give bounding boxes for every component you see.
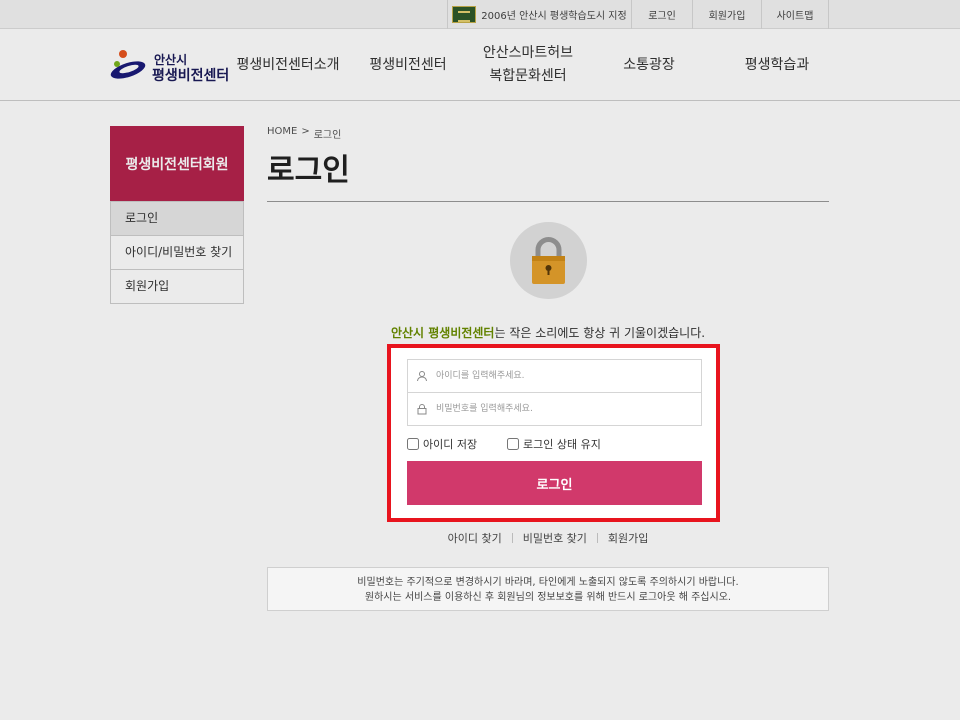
sidebar-title: 평생비전센터회원 — [110, 126, 244, 201]
save-id-checkbox[interactable] — [407, 438, 419, 450]
password-field[interactable] — [407, 392, 702, 426]
nav-vision-center[interactable]: 평생비전센터 — [356, 29, 460, 101]
breadcrumb-separator: > — [301, 126, 310, 137]
lifelong-learning-city-link[interactable]: 2006년 안산시 평생학습도시 지정 — [447, 0, 631, 29]
nav-community[interactable]: 소통광장 — [598, 29, 700, 101]
keep-login-checkbox[interactable] — [507, 438, 519, 450]
login-submit-button[interactable]: 로그인 — [407, 461, 702, 505]
nav-smart-hub-culture-center[interactable]: 안산스마트허브 복합문화센터 — [470, 29, 586, 101]
id-input[interactable] — [436, 361, 686, 391]
breadcrumb: HOME > 로그인 — [267, 126, 341, 141]
logo-name-text: 평생비전센터 — [152, 68, 230, 84]
site-logo[interactable]: 안산시 평생비전센터 — [108, 48, 230, 84]
designation-text: 2006년 안산시 평생학습도시 지정 — [481, 11, 627, 22]
tagline-rest: 는 작은 소리에도 항상 귀 기울이겠습니다. — [494, 326, 706, 340]
password-input[interactable] — [436, 394, 686, 424]
flag-badge-icon — [452, 6, 477, 23]
top-sitemap-link[interactable]: 사이트맵 — [761, 0, 829, 29]
tagline: 안산시 평생비전센터는 작은 소리에도 항상 귀 기울이겠습니다. — [267, 324, 829, 341]
nav-smart-hub-line2: 복합문화센터 — [489, 68, 567, 84]
save-id-label: 아이디 저장 — [423, 438, 478, 451]
sidebar-item-login[interactable]: 로그인 — [111, 201, 243, 235]
account-links: 아이디 찾기 비밀번호 찾기 회원가입 — [267, 530, 829, 546]
find-id-link[interactable]: 아이디 찾기 — [448, 530, 502, 546]
tagline-highlight: 안산시 평생비전센터 — [390, 326, 495, 340]
find-password-link[interactable]: 비밀번호 찾기 — [523, 530, 587, 546]
utility-bar: 2006년 안산시 평생학습도시 지정 로그인 회원가입 사이트맵 — [0, 0, 960, 29]
join-link[interactable]: 회원가입 — [608, 530, 648, 546]
login-form-highlight: 아이디 저장 로그인 상태 유지 로그인 — [387, 344, 720, 522]
top-join-link[interactable]: 회원가입 — [692, 0, 761, 29]
nav-center-intro[interactable]: 평생비전센터소개 — [232, 29, 344, 101]
sidebar-menu: 로그인 아이디/비밀번호 찾기 회원가입 — [110, 201, 244, 304]
page-title: 로그인 — [267, 154, 350, 187]
nav-smart-hub-line1: 안산스마트허브 — [482, 45, 574, 61]
breadcrumb-home[interactable]: HOME — [267, 126, 297, 141]
save-id-option[interactable]: 아이디 저장 — [407, 436, 477, 452]
notice-line-1: 비밀번호는 주기적으로 변경하시기 바라며, 타인에게 노출되지 않도록 주의하… — [357, 577, 739, 588]
user-icon — [408, 360, 436, 392]
link-divider — [511, 533, 513, 543]
title-divider — [267, 201, 829, 202]
site-header: 안산시 평생비전센터 평생비전센터소개 평생비전센터 안산스마트허브 복합문화센… — [0, 29, 960, 101]
id-field[interactable] — [407, 359, 702, 393]
security-notice: 비밀번호는 주기적으로 변경하시기 바라며, 타인에게 노출되지 않도록 주의하… — [267, 567, 829, 611]
padlock-icon — [510, 222, 587, 299]
top-login-link[interactable]: 로그인 — [631, 0, 692, 29]
notice-line-2: 원하시는 서비스를 이용하신 후 회원님의 정보보호를 위해 반드시 로그아웃 … — [364, 592, 732, 603]
logo-mark-icon — [110, 50, 146, 79]
lock-icon — [408, 393, 436, 425]
keep-login-label: 로그인 상태 유지 — [523, 438, 601, 451]
keep-login-option[interactable]: 로그인 상태 유지 — [507, 436, 601, 452]
nav-lifelong-learning-dept[interactable]: 평생학습과 — [722, 29, 832, 101]
sidebar-item-join[interactable]: 회원가입 — [111, 269, 243, 303]
link-divider — [596, 533, 598, 543]
breadcrumb-current: 로그인 — [313, 130, 342, 141]
sidebar-item-find-account[interactable]: 아이디/비밀번호 찾기 — [111, 235, 243, 269]
login-options: 아이디 저장 로그인 상태 유지 — [407, 436, 702, 452]
